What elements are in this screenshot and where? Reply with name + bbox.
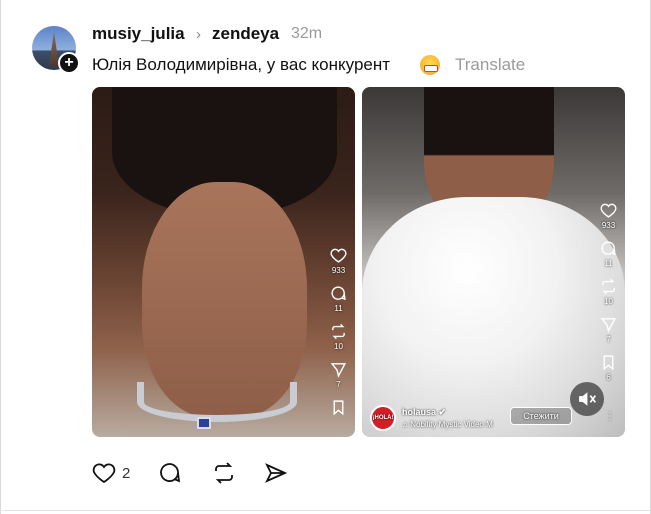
plus-icon[interactable]: + — [58, 52, 80, 74]
channel-logo[interactable]: ¡HOLA! — [370, 405, 396, 431]
share-button[interactable] — [264, 460, 288, 486]
comment-icon — [331, 286, 346, 301]
bookmark-icon — [333, 400, 344, 416]
translate-link[interactable]: Translate — [455, 55, 525, 75]
repost-icon — [602, 278, 615, 295]
channel-name[interactable]: holausa ✔ — [402, 407, 446, 418]
divider — [0, 510, 651, 511]
media-image-1[interactable]: 933 11 10 7 — [92, 87, 355, 437]
portrait-necklace — [137, 382, 297, 422]
post-caption: Юлія Володимирівна, у вас конкурент — [92, 55, 391, 74]
repost-icon — [215, 462, 233, 484]
reel-comment-count: 11 — [604, 259, 613, 268]
video-footer: ¡HOLA! holausa ✔ ♫ Nobility Mystic Video… — [370, 405, 617, 431]
reel-rail-2: 933 11 10 7 6 — [600, 202, 617, 392]
channel-name-text: holausa — [402, 407, 437, 417]
comment-icon — [601, 241, 616, 256]
reply-to-username[interactable]: zendeya — [212, 24, 279, 44]
follow-button[interactable]: Стежити — [510, 407, 572, 425]
reel-rail-1: 933 11 10 7 — [330, 247, 347, 416]
reel-repost-count: 10 — [604, 297, 613, 306]
reel-like-count: 933 — [331, 266, 346, 275]
portrait-gem — [197, 417, 211, 429]
comment-button[interactable] — [158, 460, 182, 486]
media-video-2[interactable]: 933 11 10 7 6 ¡HOLA! holausa ✔ ♫ Nobilit… — [362, 87, 625, 437]
reel-share-count: 7 — [606, 335, 611, 344]
heart-icon — [330, 248, 347, 263]
reply-arrow: › — [196, 26, 201, 43]
reel-comment-count: 11 — [334, 304, 343, 313]
like-count: 2 — [122, 464, 131, 482]
grin-emoji-icon — [420, 55, 440, 75]
send-icon — [265, 463, 288, 483]
like-button[interactable]: 2 — [92, 460, 130, 486]
comment-icon — [160, 463, 181, 483]
send-icon — [600, 318, 617, 333]
heart-icon — [92, 463, 116, 484]
username[interactable]: musiy_julia — [92, 24, 185, 44]
reel-share-count: 7 — [336, 380, 341, 389]
music-label: ♫ Nobility Mystic Video M — [402, 420, 493, 429]
repost-button[interactable] — [212, 460, 236, 486]
reel-like-count: 933 — [601, 221, 616, 230]
repost-icon — [332, 323, 345, 340]
reel-repost-count: 10 — [334, 342, 343, 351]
reel-save-count: 6 — [606, 373, 611, 382]
verified-icon: ✔ — [438, 407, 447, 417]
more-options-icon[interactable]: ⋮ — [605, 411, 615, 422]
bookmark-icon — [603, 355, 614, 371]
timestamp: 32m — [291, 25, 323, 42]
heart-icon — [600, 203, 617, 218]
send-icon — [330, 363, 347, 378]
